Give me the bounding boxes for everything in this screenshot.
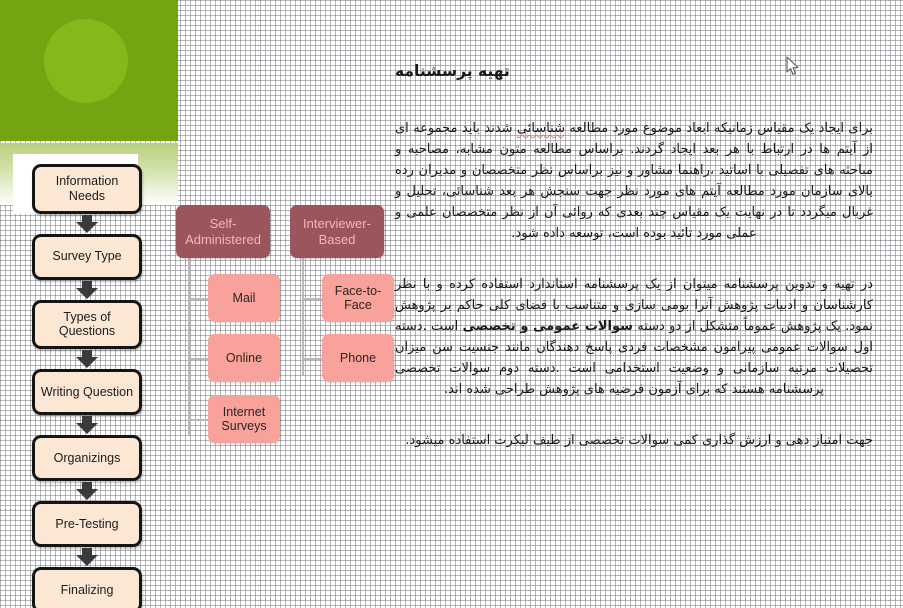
slide-canvas: Information Needs Survey Type Types of Q… [0,0,903,608]
flow-node-survey-type[interactable]: Survey Type [32,233,142,280]
tree-leaf-online[interactable]: Online [208,334,280,382]
flow-node-label: Pre-Testing [55,516,119,531]
tree-connector-horizontal [188,358,209,360]
bold-run: سوالات عمومی و تخصصی [462,319,633,334]
tree-node-label: Internet Surveys [221,404,267,434]
tree-node-label: Online [225,350,263,365]
flow-node-pre-testing[interactable]: Pre-Testing [32,501,142,547]
tree-leaf-phone[interactable]: Phone [322,334,394,382]
tree-connector-horizontal [302,298,323,300]
grid-line-vertical [888,0,889,608]
tree-node-label: Phone [339,350,377,365]
flow-node-label: Writing Question [40,384,134,399]
tree-connector-horizontal [302,358,323,360]
tree-node-label: Self-Administered [185,216,261,247]
tree-root-interviewer-based[interactable]: Interviewer-Based [290,205,384,258]
page-title: تهیه پرسشنامه [395,62,510,80]
tree-leaf-face-to-face[interactable]: Face-to-Face [322,274,394,322]
text-run: برای ایجاد یک مقیاس زمانیکه ابعاد موضوع … [565,121,874,136]
flow-node-label: Finalizing [60,582,114,597]
tree-node-label: Interviewer-Based [303,216,371,247]
flow-node-label: Survey Type [52,249,122,264]
flow-node-writing-question[interactable]: Writing Question [32,369,142,415]
green-decoration-block [0,0,178,141]
text-run: جهت امتیاز دهی و ارزش گذاری کمی سوالات ت… [405,433,873,448]
document-text-column: تهیه پرسشنامه برای ایجاد یک مقیاس زمانیک… [395,62,873,481]
tree-node-label: Mail [232,290,256,305]
paragraph-2[interactable]: در تهیه و تدوین پرسشنامه میتوان از یک پر… [395,274,873,400]
spellcheck-run: شناسائی [516,121,565,136]
flow-node-organizings[interactable]: Organizings [32,435,142,481]
flow-node-label: Types of Questions [58,309,116,339]
flow-arrow-down-icon [76,280,98,299]
tree-root-self-administered[interactable]: Self-Administered [176,205,270,258]
tree-connector-horizontal [188,419,209,421]
flow-arrow-down-icon [76,214,98,233]
flow-node-information-needs[interactable]: Information Needs [32,164,142,214]
tree-node-label: Face-to-Face [334,283,382,313]
paragraph-3[interactable]: جهت امتیاز دهی و ارزش گذاری کمی سوالات ت… [395,430,873,451]
tree-leaf-internet-surveys[interactable]: Internet Surveys [208,395,280,443]
flow-arrow-down-icon [76,416,98,434]
text-run: شدند باید مجموعه ای از آیتم ها در ارتباط… [395,121,873,241]
flow-node-finalizing[interactable]: Finalizing [32,567,142,608]
tree-connector-vertical [188,258,190,435]
flow-arrow-down-icon [76,548,98,566]
flow-node-types-of-questions[interactable]: Types of Questions [32,299,142,349]
paragraph-1[interactable]: برای ایجاد یک مقیاس زمانیکه ابعاد موضوع … [395,118,873,244]
green-decoration-circle [44,19,128,103]
flow-node-label: Information Needs [55,174,119,203]
tree-leaf-mail[interactable]: Mail [208,274,280,322]
flow-arrow-down-icon [76,350,98,368]
flow-arrow-down-icon [76,482,98,500]
flowchart: Information Needs Survey Type Types of Q… [14,164,160,608]
tree-diagram: Self-Administered Mail Online Internet S… [176,205,394,450]
tree-connector-horizontal [188,298,209,300]
flow-node-label: Organizings [53,450,121,465]
